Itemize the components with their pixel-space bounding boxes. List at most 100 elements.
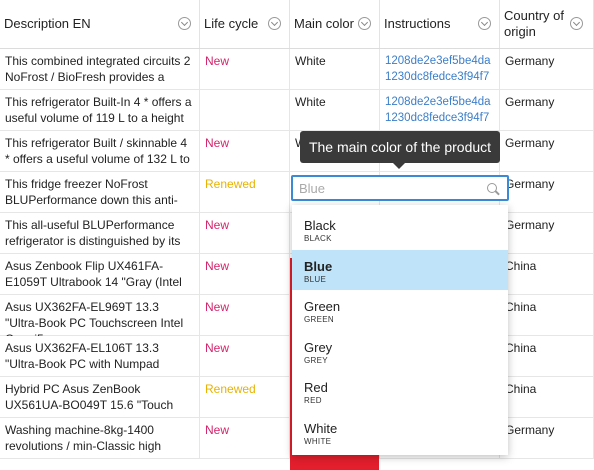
grid-header: Description EN Life cycle Main color Ins… <box>0 0 594 49</box>
cell-country[interactable]: Germany <box>500 49 594 90</box>
tooltip: The main color of the product <box>300 131 500 169</box>
table-row[interactable]: This refrigerator Built / skinnable 4 * … <box>0 131 594 172</box>
cell-instr[interactable]: 1208de2e3ef5be4da1230dc8fedce3f94f7 <box>380 90 500 131</box>
option-code: GREEN <box>304 315 334 324</box>
cell-country-text: Germany <box>505 218 555 232</box>
cell-desc[interactable]: This refrigerator Built-In 4 * offers a … <box>0 90 200 131</box>
cell-country[interactable]: Germany <box>500 213 594 254</box>
cell-color-text: White <box>295 54 326 68</box>
chevron-down-icon[interactable] <box>358 17 371 30</box>
cell-desc-text: This fridge freezer NoFrost BLUPerforman… <box>5 177 178 207</box>
cell-desc[interactable]: Hybrid PC Asus ZenBook UX561UA-BO049T 15… <box>0 377 200 418</box>
cell-desc-text: Asus UX362FA-EL106T 13.3 "Ultra-Book PC … <box>5 341 160 371</box>
cell-desc-text: Asus Zenbook Flip UX461FA-E1059T Ultrabo… <box>5 259 182 289</box>
cell-desc-text: This combined integrated circuits 2 NoFr… <box>5 54 191 84</box>
cell-country[interactable]: China <box>500 254 594 295</box>
cell-desc[interactable]: Asus UX362FA-EL106T 13.3 "Ultra-Book PC … <box>0 336 200 377</box>
table-row[interactable]: This combined integrated circuits 2 NoFr… <box>0 49 594 90</box>
cell-country-text: Germany <box>505 95 555 109</box>
cell-country[interactable]: China <box>500 295 594 336</box>
cell-life[interactable]: New <box>200 295 290 336</box>
cell-instr-text[interactable]: 1208de2e3ef5be4da1230dc8fedce3f94f7 <box>385 94 493 126</box>
cell-desc-text: Hybrid PC Asus ZenBook UX561UA-BO049T 15… <box>5 382 174 412</box>
chevron-down-icon[interactable] <box>268 17 281 30</box>
cell-color[interactable]: White <box>290 90 380 131</box>
cell-life-text: New <box>205 218 230 232</box>
cell-country[interactable]: Germany <box>500 172 594 213</box>
cell-country-text: Germany <box>505 136 555 150</box>
cell-country-text: Germany <box>505 54 555 68</box>
cell-country-text: China <box>505 300 537 314</box>
option-code: RED <box>304 396 322 405</box>
cell-desc[interactable]: This all-useful BLUPerformance refrigera… <box>0 213 200 254</box>
option-name: Green <box>304 299 341 314</box>
cell-color[interactable]: White <box>290 49 380 90</box>
color-option-blue[interactable]: Blue BLUE <box>292 249 508 290</box>
cell-desc-text: Washing machine-8kg-1400 revolutions / m… <box>5 423 162 453</box>
cell-life[interactable]: Renewed <box>200 377 290 418</box>
cell-life-text: New <box>205 259 230 273</box>
chevron-down-icon[interactable] <box>478 17 491 30</box>
column-header-label: Main color <box>294 16 354 31</box>
cell-country[interactable]: Germany <box>500 90 594 131</box>
column-header-label: Life cycle <box>204 16 259 31</box>
cell-life[interactable]: New <box>200 254 290 295</box>
option-name: Black <box>304 218 336 233</box>
cell-life-text: Renewed <box>205 382 256 396</box>
column-header-label: Country of origin <box>504 8 564 39</box>
search-placeholder: Blue <box>299 181 326 196</box>
cell-life[interactable]: New <box>200 418 290 459</box>
color-search-input[interactable]: Blue <box>291 175 509 201</box>
color-option-green[interactable]: Green GREEN <box>292 290 508 330</box>
cell-desc[interactable]: This refrigerator Built / skinnable 4 * … <box>0 131 200 172</box>
table-row[interactable]: This refrigerator Built-In 4 * offers a … <box>0 90 594 131</box>
cell-life-text: New <box>205 423 230 437</box>
cell-desc-text: Asus UX362FA-EL969T 13.3 "Ultra-Book PC … <box>5 300 184 336</box>
cell-desc-text: This all-useful BLUPerformance refrigera… <box>5 218 181 248</box>
option-name: Blue <box>304 258 333 274</box>
chevron-down-icon[interactable] <box>570 17 583 30</box>
column-header-life-cycle[interactable]: Life cycle <box>200 0 290 48</box>
cell-desc-text: This refrigerator Built-In 4 * offers a … <box>5 95 192 125</box>
cell-instr-text[interactable]: 1208de2e3ef5be4da1230dc8fedce3f94f7 <box>385 53 493 85</box>
color-option-black[interactable]: Black BLACK <box>292 209 508 249</box>
option-code: BLUE <box>304 274 327 284</box>
cell-country[interactable]: China <box>500 336 594 377</box>
cell-desc[interactable]: This fridge freezer NoFrost BLUPerforman… <box>0 172 200 213</box>
cell-desc[interactable]: Asus UX362FA-EL969T 13.3 "Ultra-Book PC … <box>0 295 200 336</box>
cell-life[interactable]: New <box>200 131 290 172</box>
option-code: GREY <box>304 355 328 365</box>
cell-life-text: New <box>205 300 230 314</box>
option-name: White <box>304 420 338 436</box>
cell-life[interactable] <box>200 90 290 131</box>
cell-life[interactable]: New <box>200 213 290 254</box>
color-option-white[interactable]: White WHITE <box>292 412 508 452</box>
cell-life-text: New <box>205 136 230 150</box>
cell-desc[interactable]: This combined integrated circuits 2 NoFr… <box>0 49 200 90</box>
column-header-main-color[interactable]: Main color <box>290 0 380 48</box>
cell-color-text: White <box>295 95 326 109</box>
column-header-instructions[interactable]: Instructions <box>380 0 500 48</box>
color-dropdown: Black BLACK Blue BLUE Green GREEN Grey GREY Red R… <box>292 205 508 455</box>
option-code: BLACK <box>304 234 332 243</box>
column-header-description[interactable]: Description EN <box>0 0 200 48</box>
cell-desc[interactable]: Asus Zenbook Flip UX461FA-E1059T Ultrabo… <box>0 254 200 295</box>
option-name: Red <box>304 380 328 395</box>
cell-life[interactable]: New <box>200 336 290 377</box>
cell-country-text: China <box>505 259 537 273</box>
color-option-grey[interactable]: Grey GREY <box>292 331 508 371</box>
cell-country[interactable]: Germany <box>500 418 594 459</box>
cell-country[interactable]: China <box>500 377 594 418</box>
color-option-red[interactable]: Red RED <box>292 371 508 411</box>
cell-life[interactable]: New <box>200 49 290 90</box>
column-header-label: Instructions <box>384 16 451 31</box>
cell-country[interactable]: Germany <box>500 131 594 172</box>
column-header-country[interactable]: Country of origin <box>500 0 594 48</box>
cell-instr[interactable]: 1208de2e3ef5be4da1230dc8fedce3f94f7 <box>380 49 500 90</box>
cell-country-text: China <box>505 341 537 355</box>
cell-life-text: New <box>205 54 230 68</box>
chevron-down-icon[interactable] <box>178 17 191 30</box>
cell-life[interactable]: Renewed <box>200 172 290 213</box>
cell-desc[interactable]: Washing machine-8kg-1400 revolutions / m… <box>0 418 200 459</box>
option-code: WHITE <box>304 436 332 446</box>
